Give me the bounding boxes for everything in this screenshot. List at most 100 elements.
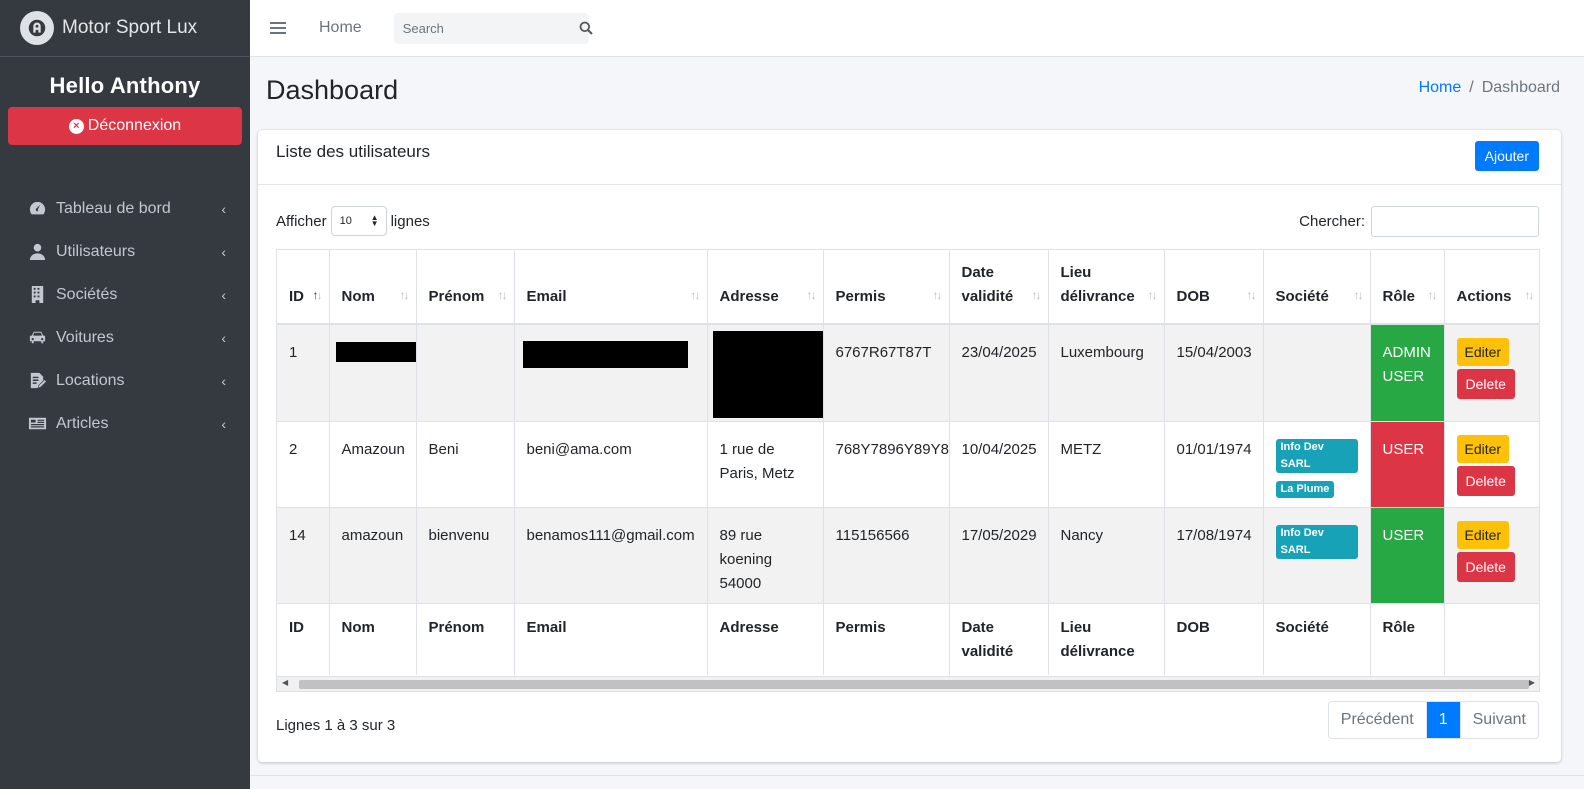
scroll-right-icon[interactable]: ▶	[1529, 678, 1535, 687]
chevron-left-icon: ‹	[221, 286, 226, 303]
sort-icon: ↑↓	[1147, 288, 1158, 302]
search-icon[interactable]	[579, 21, 593, 35]
brand-logo-icon	[20, 11, 54, 45]
top-home-link[interactable]: Home	[319, 19, 362, 37]
building-icon	[27, 285, 47, 305]
navbar-search-input[interactable]	[393, 20, 579, 36]
societe-cell	[1263, 324, 1371, 422]
column-header-prenom[interactable]: Prénom ↑↓	[416, 250, 515, 325]
user-panel: Hello Anthony × Déconnexion	[0, 57, 250, 145]
table-info: Lignes 1 à 3 sur 3	[276, 717, 396, 734]
page-title: Dashboard	[266, 75, 399, 105]
sort-icon: ↑↓	[1031, 288, 1042, 302]
sort-icon: ↑↓	[497, 288, 508, 302]
user-greeting: Hello Anthony	[49, 73, 201, 98]
table-footer-row: ID Nom Prénom Email Adresse Permis Date v…	[277, 603, 1539, 675]
sidebar-nav: Tableau de bord ‹ Utilisateurs ‹ Société…	[0, 187, 250, 445]
users-table: ID ↑↓ Nom ↑↓ Prénom ↑↓ Email ↑↓ Adresse ↑↓ Pe…	[277, 250, 1539, 675]
sidebar-item-dashboard[interactable]: Tableau de bord ‹	[0, 187, 250, 230]
sort-icon: ↑↓	[932, 288, 943, 302]
navbar-search	[393, 12, 593, 44]
sidebar-item-cars[interactable]: Voitures ‹	[0, 316, 250, 359]
close-circle-icon: ×	[68, 118, 84, 134]
sort-icon: ↑↓	[806, 288, 817, 302]
delete-button[interactable]: Delete	[1456, 465, 1515, 496]
sort-icon: ↑↓	[690, 288, 701, 302]
chevron-left-icon: ‹	[221, 415, 226, 432]
company-badge: Info Dev SARL	[1275, 524, 1358, 559]
horizontal-scrollbar[interactable]: ◀ ▶	[276, 677, 1540, 692]
table-controls: Afficher 10 ▲ ▼ lignes Chercher:	[276, 205, 1539, 237]
length-prefix: Afficher	[276, 212, 327, 230]
sort-icon: ↑↓	[1524, 288, 1535, 302]
page-length-select[interactable]: 10 ▲ ▼	[330, 206, 387, 236]
column-header-actions[interactable]: Actions ↑↓	[1444, 250, 1539, 325]
delete-button[interactable]: Delete	[1456, 369, 1515, 399]
column-header-adresse[interactable]: Adresse ↑↓	[707, 250, 824, 325]
car-icon	[27, 328, 47, 348]
redacted-address	[712, 331, 823, 418]
brand-link[interactable]: Motor Sport Lux	[0, 0, 250, 57]
edit-button[interactable]: Editer	[1456, 434, 1510, 463]
sidebar-item-companies[interactable]: Sociétés ‹	[0, 273, 250, 316]
sort-icon: ↑↓	[399, 288, 410, 302]
sidebar-item-users[interactable]: Utilisateurs ‹	[0, 230, 250, 273]
sort-icon: ↑↓	[1246, 288, 1257, 302]
pagination-next[interactable]: Suivant	[1459, 702, 1538, 738]
chevron-left-icon: ‹	[221, 372, 226, 389]
scroll-left-icon[interactable]: ◀	[282, 678, 288, 687]
breadcrumb: Home / Dashboard	[1419, 79, 1560, 97]
actions-cell: Editer Delete	[1444, 324, 1539, 422]
scrollbar-thumb[interactable]	[299, 680, 1529, 689]
users-table-wrapper: ID ↑↓ Nom ↑↓ Prénom ↑↓ Email ↑↓ Adresse ↑↓ Pe…	[276, 249, 1540, 677]
column-header-role[interactable]: Rôle ↑↓	[1370, 250, 1445, 325]
column-header-nom[interactable]: Nom ↑↓	[329, 250, 417, 325]
societe-cell: Info Dev SARL	[1263, 507, 1371, 604]
table-row: 1 6767R67T87T 23/04/2025 Luxembourg 15/0…	[277, 324, 1539, 422]
table-search-input[interactable]	[1371, 205, 1539, 237]
edit-button[interactable]: Editer	[1456, 338, 1510, 366]
add-user-button[interactable]: Ajouter	[1474, 141, 1539, 171]
table-row: 14 amazoun bienvenu benamos111@gmail.com…	[277, 507, 1539, 604]
column-header-lieu-delivrance[interactable]: Lieu délivrance ↑↓	[1048, 250, 1165, 325]
column-header-email[interactable]: Email ↑↓	[514, 250, 708, 325]
pagination-page-1[interactable]: 1	[1426, 702, 1460, 738]
speedometer-icon	[27, 199, 47, 219]
sidebar-item-articles[interactable]: Articles ‹	[0, 402, 250, 445]
brand-name: Motor Sport Lux	[62, 17, 198, 38]
length-suffix: lignes	[390, 212, 430, 230]
content-header: Dashboard Home / Dashboard	[250, 57, 1584, 127]
delete-button[interactable]: Delete	[1456, 551, 1515, 582]
pagination-previous[interactable]: Précédent	[1329, 702, 1427, 738]
select-arrows-icon: ▲ ▼	[370, 213, 379, 228]
newspaper-icon	[27, 414, 47, 434]
contract-icon	[27, 371, 47, 391]
role-cell: USER	[1370, 507, 1445, 604]
sort-icon: ↑↓	[1427, 288, 1438, 302]
user-icon	[27, 242, 47, 262]
sidebar-item-rentals[interactable]: Locations ‹	[0, 359, 250, 402]
edit-button[interactable]: Editer	[1456, 520, 1510, 549]
footer-divider	[250, 775, 1584, 776]
column-header-dob[interactable]: DOB ↑↓	[1164, 250, 1264, 325]
column-header-id[interactable]: ID ↑↓	[277, 250, 330, 325]
company-badge: Info Dev SARL	[1275, 438, 1358, 473]
breadcrumb-home[interactable]: Home	[1419, 79, 1462, 96]
table-search-label: Chercher:	[1299, 212, 1365, 230]
chevron-left-icon: ‹	[221, 200, 226, 217]
actions-cell: Editer Delete	[1444, 421, 1539, 508]
redacted-email	[522, 341, 688, 368]
column-header-permis[interactable]: Permis ↑↓	[823, 250, 950, 325]
column-header-date-validite[interactable]: Date validité ↑↓	[949, 250, 1049, 325]
menu-toggle-icon[interactable]	[270, 19, 286, 37]
logout-button[interactable]: × Déconnexion	[8, 107, 242, 145]
company-badge: La Plume	[1275, 480, 1335, 498]
breadcrumb-current: Dashboard	[1481, 79, 1560, 96]
card-header: Liste des utilisateurs Ajouter	[258, 130, 1561, 185]
table-header-row: ID ↑↓ Nom ↑↓ Prénom ↑↓ Email ↑↓ Adresse ↑↓ Pe…	[277, 250, 1539, 325]
role-cell: USER	[1370, 421, 1445, 508]
column-header-societe[interactable]: Société ↑↓	[1263, 250, 1371, 325]
sidebar: Motor Sport Lux Hello Anthony × Déconnex…	[0, 0, 250, 789]
table-search: Chercher:	[1299, 205, 1539, 237]
users-card: Liste des utilisateurs Ajouter Afficher …	[258, 130, 1561, 762]
